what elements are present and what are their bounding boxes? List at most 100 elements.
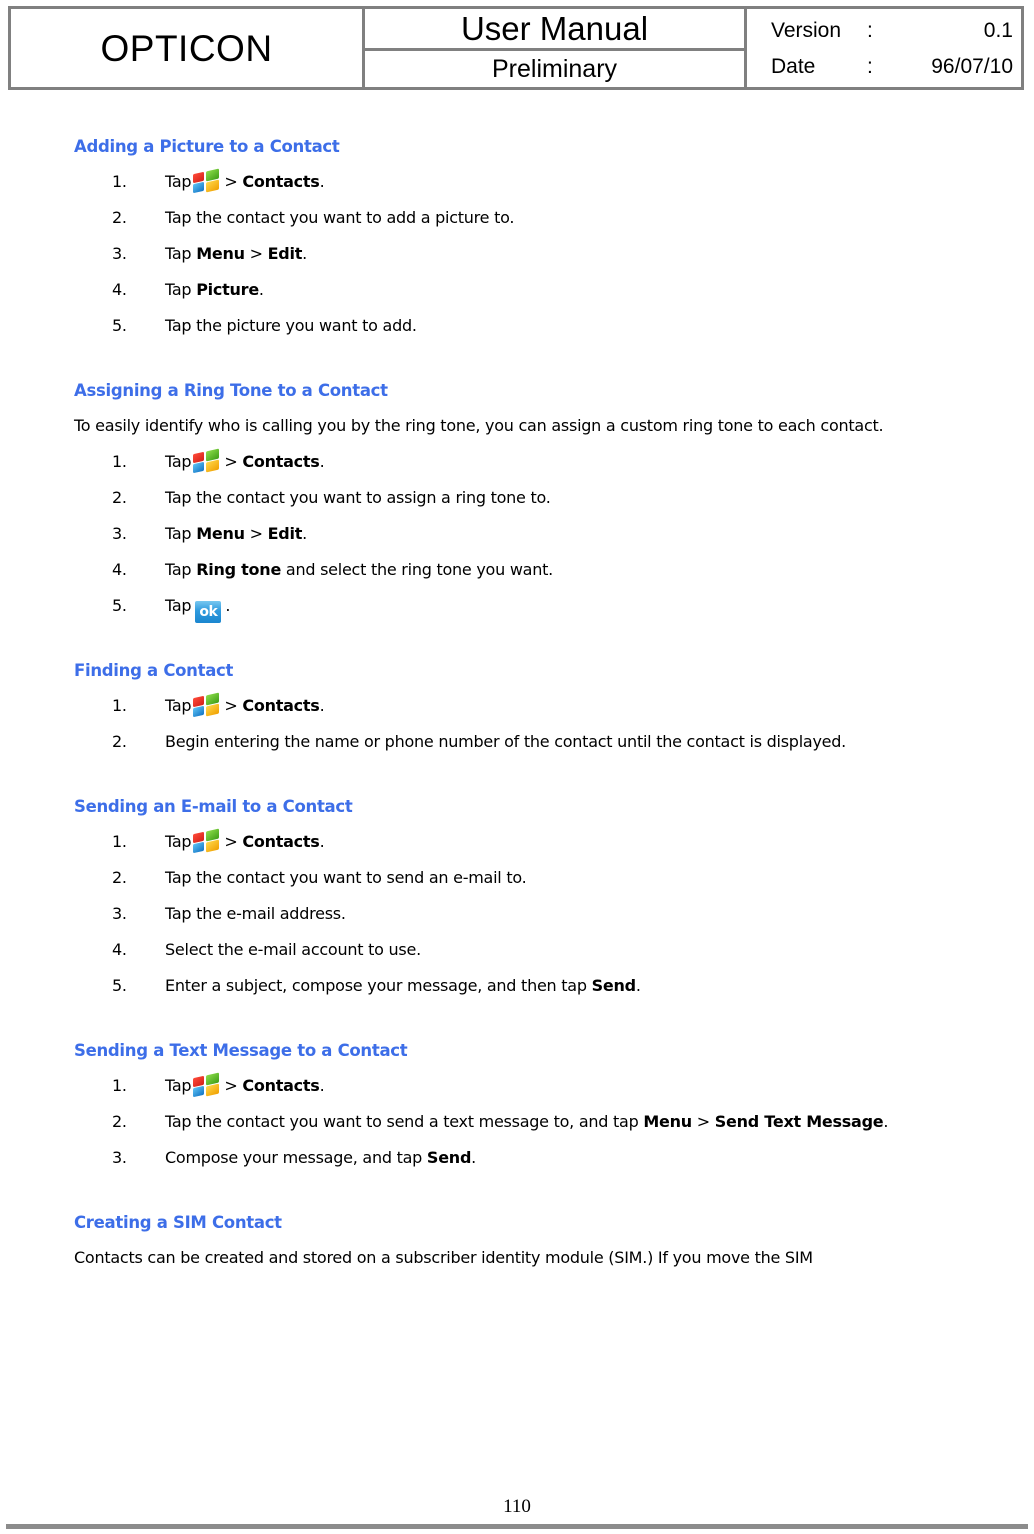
- step-text-pre: Tap: [165, 172, 192, 191]
- list-item: 3. Tap the e-mail address.: [0, 896, 1034, 932]
- step-bold-term: Contacts: [242, 452, 320, 471]
- step-text: Tap the e-mail address.: [165, 904, 346, 923]
- step-number: 2.: [112, 868, 127, 887]
- top-spacer: [0, 100, 1034, 130]
- step-text-pre: Tap: [165, 244, 192, 263]
- list-item: 4. Tap Picture.: [0, 272, 1034, 308]
- section-heading: Finding a Contact: [74, 661, 234, 680]
- section-heading: Assigning a Ring Tone to a Contact: [74, 381, 388, 400]
- step-text-pre: Tap: [165, 596, 192, 615]
- step-number: 1.: [112, 696, 127, 715]
- step-bold-term-2: Edit: [267, 244, 303, 263]
- step-text-post: .: [319, 832, 325, 851]
- step-text-pre: Tap: [165, 452, 192, 471]
- section-paragraph: To easily identify who is calling you by…: [74, 416, 884, 435]
- section-heading: Creating a SIM Contact: [74, 1213, 282, 1232]
- step-text: Tap the contact you want to add a pictur…: [165, 208, 515, 227]
- list-item: 1. Tap > Contacts.: [0, 824, 1034, 860]
- step-text-post: .: [302, 244, 307, 263]
- step-text: Tap the picture you want to add.: [165, 316, 417, 335]
- step-text-post: .: [225, 596, 231, 615]
- list-item: 2. Tap the contact you want to send a tex…: [0, 1104, 1034, 1140]
- windows-flag-icon[interactable]: [193, 168, 220, 194]
- step-bold-term: Picture: [196, 280, 259, 299]
- document-header-table: OPTICON User Manual Preliminary Version …: [8, 6, 1024, 90]
- section-sending-email: Sending an E-mail to a Contact 1. Tap > Co…: [0, 790, 1034, 1004]
- windows-flag-icon[interactable]: [193, 1072, 220, 1098]
- windows-flag-icon[interactable]: [193, 448, 220, 474]
- step-text-mid: >: [224, 832, 238, 851]
- step-text-pre: Tap: [165, 524, 192, 543]
- list-item: 3. Tap Menu > Edit.: [0, 236, 1034, 272]
- step-bold-term: Menu: [196, 244, 245, 263]
- step-text-post: .: [319, 452, 325, 471]
- step-bold-term: Contacts: [242, 832, 320, 851]
- step-text: Begin entering the name or phone number …: [165, 732, 847, 751]
- date-colon: :: [867, 54, 873, 78]
- step-text-post: .: [635, 976, 641, 995]
- step-text-pre: Tap: [165, 832, 192, 851]
- step-text-mid: >: [224, 452, 238, 471]
- step-text-pre: Tap: [165, 1076, 192, 1095]
- step-number: 2.: [112, 488, 127, 507]
- step-text-post: .: [319, 172, 325, 191]
- step-bold-term: Send: [591, 976, 636, 995]
- header-logo-cell: OPTICON: [11, 9, 366, 87]
- version-colon: :: [867, 18, 873, 42]
- step-text-pre: Enter a subject, compose your message, a…: [165, 976, 587, 995]
- document-title: User Manual: [365, 9, 744, 51]
- version-row: Version : 0.1: [771, 12, 1021, 48]
- step-text-mid: >: [224, 1076, 238, 1095]
- header-title-cell: User Manual Preliminary: [365, 9, 747, 87]
- step-number: 5.: [112, 976, 127, 995]
- list-item: 5. Enter a subject, compose your message,…: [0, 968, 1034, 1004]
- version-value: 0.1: [983, 18, 1013, 42]
- step-text-mid: >: [249, 244, 263, 263]
- step-bold-term: Contacts: [242, 696, 320, 715]
- company-logo-text: OPTICON: [100, 27, 273, 69]
- date-label: Date: [771, 54, 816, 78]
- step-text-post: .: [883, 1112, 889, 1131]
- list-item: 5. Tap the picture you want to add.: [0, 308, 1034, 344]
- list-item: 1. Tap > Contacts.: [0, 688, 1034, 724]
- step-text: Tap the contact you want to send an e-ma…: [165, 868, 527, 887]
- step-text-post: .: [471, 1148, 476, 1167]
- list-item: 4. Tap Ring tone and select the ring tone…: [0, 552, 1034, 588]
- step-text-post: and select the ring tone you want.: [281, 560, 553, 579]
- list-item: 5. Tap ok.: [0, 588, 1034, 624]
- step-number: 2.: [112, 1112, 127, 1131]
- step-number: 2.: [112, 732, 127, 751]
- list-item: 2. Tap the contact you want to send an e-…: [0, 860, 1034, 896]
- step-list: 1. Tap > Contacts. 2. Begin entering the na…: [0, 688, 1034, 760]
- page-number: 110: [503, 1496, 531, 1517]
- step-list: 1. Tap > Contacts. 2. Tap the contact you w…: [0, 824, 1034, 1004]
- step-text-pre: Tap: [165, 560, 192, 579]
- step-text-post: .: [302, 524, 307, 543]
- step-number: 5.: [112, 316, 127, 335]
- date-value: 96/07/10: [931, 54, 1013, 78]
- section-finding-a-contact: Finding a Contact 1. Tap > Contacts. 2. Beg…: [0, 654, 1034, 760]
- step-number: 3.: [112, 524, 127, 543]
- step-text-pre: Tap: [165, 696, 192, 715]
- step-bold-term: Ring tone: [196, 560, 282, 579]
- ok-button-icon[interactable]: ok: [195, 601, 222, 623]
- step-text: Tap the contact you want to assign a rin…: [165, 488, 551, 507]
- list-item: 2. Begin entering the name or phone numbe…: [0, 724, 1034, 760]
- step-number: 1.: [112, 832, 127, 851]
- windows-flag-icon[interactable]: [193, 828, 220, 854]
- footer-divider-rule: [6, 1524, 1028, 1529]
- header-meta-cell: Version : 0.1 Date : 96/07/10: [747, 9, 1021, 87]
- step-list: 1. Tap > Contacts. 2. Tap the contact you w…: [0, 1068, 1034, 1176]
- step-number: 3.: [112, 244, 127, 263]
- step-text-mid: >: [224, 172, 238, 191]
- section-assigning-ring-tone: Assigning a Ring Tone to a Contact To ea…: [0, 374, 1034, 624]
- step-text-pre: Tap the contact you want to send a text …: [165, 1112, 639, 1131]
- version-label: Version: [771, 18, 842, 42]
- step-text-post: .: [319, 1076, 325, 1095]
- step-text-mid: >: [696, 1112, 710, 1131]
- windows-flag-icon[interactable]: [193, 692, 220, 718]
- step-number: 1.: [112, 172, 127, 191]
